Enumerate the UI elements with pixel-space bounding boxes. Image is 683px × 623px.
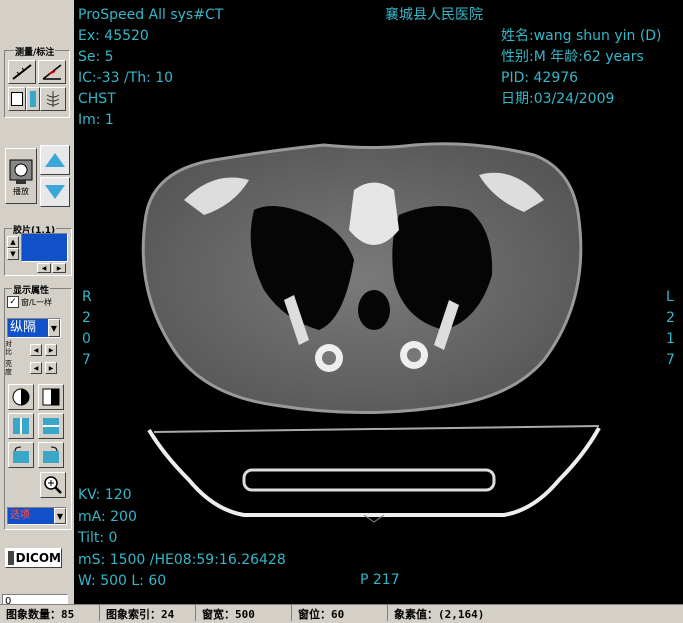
angle-icon: [42, 64, 62, 80]
film-preview[interactable]: [21, 233, 68, 262]
brightness-label: 亮度: [5, 360, 12, 376]
status-window-width: 窗宽：500: [196, 605, 292, 621]
half-circle-icon: [12, 388, 30, 406]
rotate-right-icon: [43, 446, 59, 463]
chevron-down-icon[interactable]: ▼: [48, 319, 60, 337]
right-orientation-marker: L 2 1 7: [666, 287, 675, 371]
overlay-line: KV: 120: [78, 487, 132, 503]
rectangle-icon: [11, 92, 23, 106]
display-group-label: 显示属性: [12, 283, 51, 296]
overlay-line: IC:-33 /Th: 10: [78, 70, 174, 86]
arrow-down-icon: [45, 185, 65, 199]
contrast-toggle-button[interactable]: [38, 384, 64, 410]
status-image-index: 图象索引：24: [100, 605, 196, 621]
overlay-line: mA: 200: [78, 508, 137, 525]
brightness-left-button[interactable]: ◀: [30, 362, 42, 374]
angle-tool-button[interactable]: [38, 60, 66, 84]
arrow-up-icon: [45, 153, 65, 167]
tube-icon: [30, 91, 36, 107]
overlay-line: ProSpeed All sys#CT: [78, 7, 224, 23]
position-label: P 217: [360, 572, 400, 588]
hospital-name: 襄城县人民医院: [385, 7, 483, 23]
play-label: 播放: [13, 186, 29, 196]
overlay-line: 性别:M 年龄:62 years: [501, 49, 644, 65]
film-spin-down[interactable]: ▼: [7, 248, 19, 260]
overlay-select[interactable]: 选项 ▼: [7, 507, 67, 525]
orientation-value: 纵隔: [8, 319, 48, 337]
acquisition-info: KV: 120 mA: 200 Tilt: 0 mS: 1500 /HE08:5…: [78, 485, 286, 593]
contrast-icon: [42, 388, 60, 406]
contrast-left-button[interactable]: ◀: [30, 344, 42, 356]
overlay-line: PID: 42976: [501, 70, 579, 86]
same-window-label: 窗/L一样: [21, 297, 53, 307]
orientation-select[interactable]: 纵隔 ▼: [7, 318, 61, 338]
overlay-line: Ex: 45520: [78, 28, 149, 44]
projector-icon: [9, 159, 33, 184]
chest-tool-button[interactable]: [40, 87, 66, 111]
status-bar: 图象数量：85 图象索引：24 窗宽：500 窗位：60 象素值：(2,164): [0, 604, 683, 623]
film-spin-up[interactable]: ▲: [7, 236, 19, 248]
rotate-left-button[interactable]: [8, 442, 34, 468]
marker-char: R: [82, 289, 92, 305]
status-pixel-value: 象素值：(2,164): [394, 608, 485, 621]
overlay-line: 姓名:wang shun yin (D): [501, 28, 662, 44]
dicom-label: DICOM: [15, 551, 61, 565]
tool-panel: 测量/标注 播放 胶片(1,1) ▲ ▼ ◀ ▶ 显示属性 ✓ 窗/L一样 纵隔…: [0, 0, 74, 610]
dicom-button[interactable]: DICOM: [5, 548, 62, 568]
rotate-left-icon: [13, 446, 29, 463]
overlay-line: CHST: [78, 91, 116, 107]
marker-char: 1: [666, 331, 675, 347]
overlay-line: W: 500 L: 60: [78, 573, 167, 589]
scanner-info: ProSpeed All sys#CT Ex: 45520 Se: 5 IC:-…: [78, 5, 223, 131]
magnifier-icon: [44, 476, 62, 494]
marker-char: 7: [666, 352, 675, 368]
flip-horizontal-button[interactable]: [8, 413, 34, 439]
zoom-button[interactable]: [40, 472, 66, 498]
contrast-label: 对比: [5, 340, 12, 356]
ct-viewer[interactable]: ProSpeed All sys#CT Ex: 45520 Se: 5 IC:-…: [74, 0, 683, 604]
play-button[interactable]: 播放: [5, 148, 37, 204]
measure-group-label: 测量/标注: [14, 45, 56, 58]
ruler-icon: [12, 64, 32, 80]
status-window-level: 窗位：60: [292, 605, 388, 621]
marker-char: 7: [82, 352, 91, 368]
contrast-right-button[interactable]: ▶: [45, 344, 57, 356]
marker-char: 2: [82, 310, 91, 326]
overlay-line: 日期:03/24/2009: [501, 91, 615, 107]
rotate-right-button[interactable]: [38, 442, 64, 468]
overlay-line: Tilt: 0: [78, 530, 118, 546]
scroll-up-button[interactable]: [40, 145, 70, 175]
film-next-button[interactable]: ▶: [52, 263, 66, 273]
overlay-line: Im: 1: [78, 112, 114, 128]
flip-vertical-icon: [43, 418, 59, 434]
overlay-line: mS: 1500 /HE08:59:16.26428: [78, 551, 286, 568]
marker-char: 2: [666, 310, 675, 326]
overlay-select-value: 选项: [8, 508, 54, 524]
marker-char: 0: [82, 331, 91, 347]
scroll-down-button[interactable]: [40, 177, 70, 207]
invert-button[interactable]: [8, 384, 34, 410]
roi-tool-button[interactable]: [8, 87, 26, 111]
film-prev-button[interactable]: ◀: [37, 263, 51, 273]
flip-horizontal-icon: [13, 418, 29, 434]
flip-vertical-button[interactable]: [38, 413, 64, 439]
left-orientation-marker: R 2 0 7: [82, 287, 92, 371]
same-window-checkbox[interactable]: ✓ 窗/L一样: [7, 296, 52, 308]
ruler-tool-button[interactable]: [8, 60, 36, 84]
marker-char: L: [666, 289, 674, 305]
brightness-right-button[interactable]: ▶: [45, 362, 57, 374]
patient-info: 姓名:wang shun yin (D) 性别:M 年龄:62 years PI…: [501, 26, 662, 110]
overlay-line: Se: 5: [78, 49, 114, 65]
checkbox-box[interactable]: ✓: [7, 296, 19, 308]
chevron-down-icon[interactable]: ▼: [54, 508, 66, 524]
monitor-icon: [8, 551, 14, 565]
annotation-tool-button[interactable]: [26, 87, 40, 111]
skeleton-icon: [46, 91, 60, 107]
status-image-count: 图象数量：85: [0, 605, 100, 621]
